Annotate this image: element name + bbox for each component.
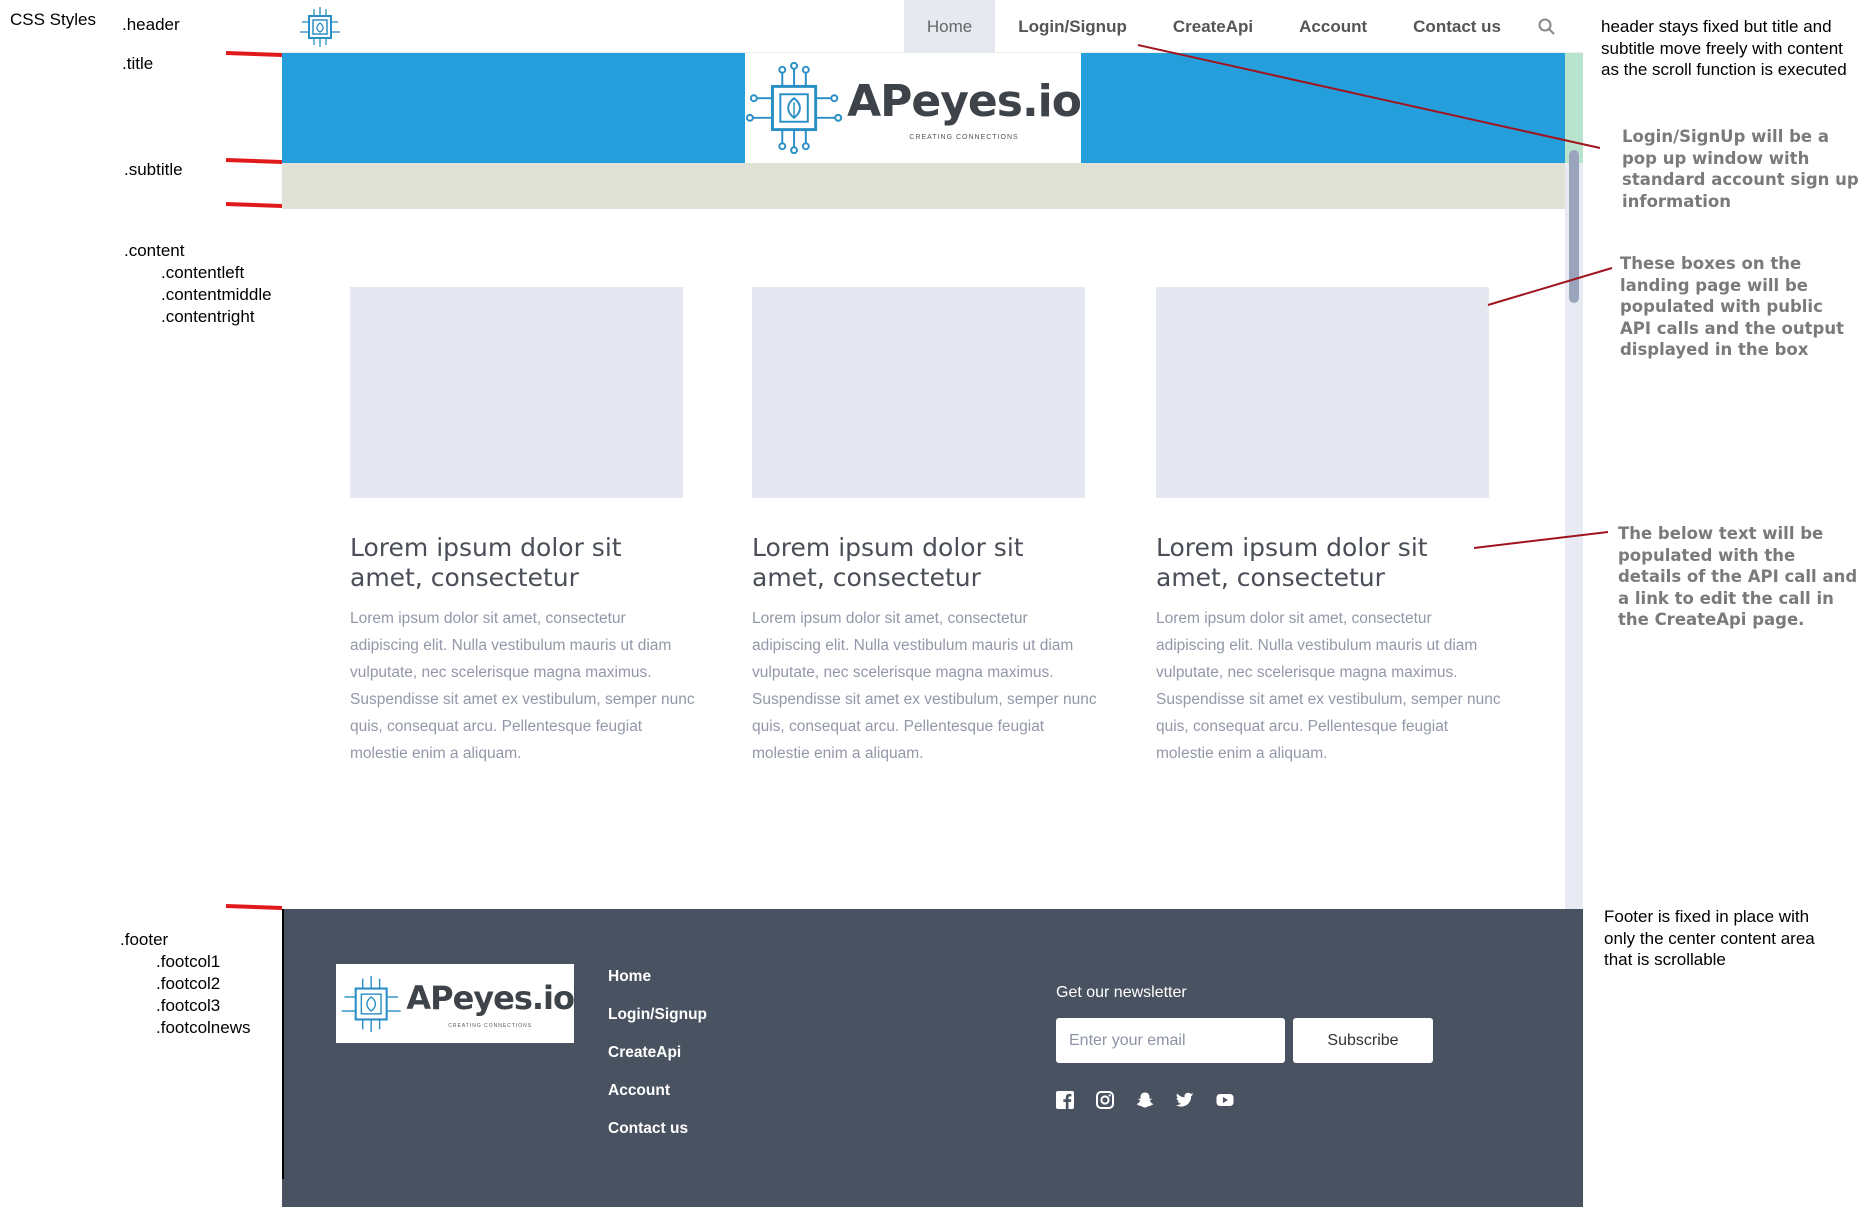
login-popup-note: Login/SignUp will be a pop up window wit…: [1622, 127, 1859, 211]
api-text-note: The below text will be populated with th…: [1618, 524, 1858, 629]
annotation-lines: [1137, 44, 1613, 549]
wireframe-stage: CSS Styles .header .title .subtitle .con…: [0, 0, 1863, 1207]
text-annotation-line: [1473, 531, 1609, 549]
header-fixed-note: header stays fixed but title and subtitl…: [1601, 17, 1847, 79]
boxes-annotation-line: [1487, 267, 1613, 306]
footer-fixed-note: Footer is fixed in place with only the c…: [1604, 907, 1815, 969]
login-annotation-line: [1137, 44, 1601, 149]
api-boxes-note: These boxes on the landing page will be …: [1620, 254, 1844, 359]
